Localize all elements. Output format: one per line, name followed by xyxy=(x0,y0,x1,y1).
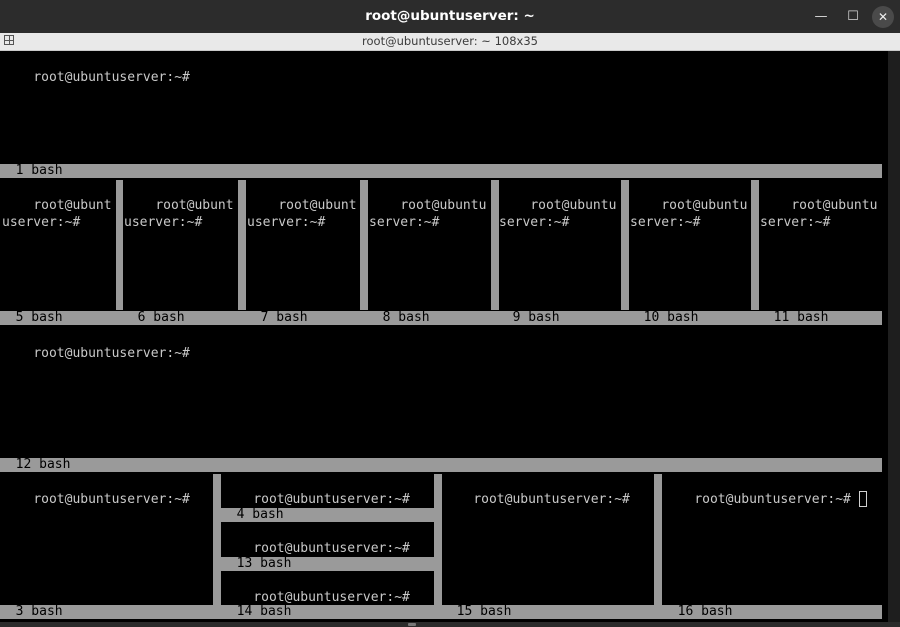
shell-prompt: root@ubuntuserver:~# xyxy=(253,590,410,604)
shell-prompt: root@ubuntuserver:~# xyxy=(33,346,190,361)
pane-status-12: 12 bash xyxy=(0,458,882,472)
minimize-icon[interactable]: — xyxy=(810,6,832,28)
window-bottom-edge xyxy=(0,622,900,627)
pane-divider[interactable] xyxy=(116,180,123,310)
shell-prompt: root@ubuntuserver:~# xyxy=(124,198,234,230)
pane-divider[interactable] xyxy=(434,474,442,605)
pane-status-13: 13 bash xyxy=(221,557,434,571)
shell-prompt: root@ubuntuserver:~# xyxy=(2,198,112,230)
pane-status-16: 16 bash xyxy=(662,605,882,619)
tmux-pane-8[interactable]: root@ubuntuserver:~# xyxy=(369,180,490,310)
shell-prompt: root@ubuntuserver:~# xyxy=(33,492,190,507)
tmux-pane-9[interactable]: root@ubuntuserver:~# xyxy=(499,180,620,310)
pane-divider[interactable] xyxy=(360,180,368,310)
shell-prompt: root@ubuntuserver:~# xyxy=(253,541,410,555)
pane-divider[interactable] xyxy=(751,180,759,310)
shell-prompt: root@ubuntuserver:~# xyxy=(247,198,357,230)
tmux-pane-1[interactable]: root@ubuntuserver:~# xyxy=(2,52,880,162)
pane-status-15: 15 bash xyxy=(441,605,662,619)
pane-divider[interactable] xyxy=(621,180,629,310)
pane-status-10: 10 bash xyxy=(628,311,758,325)
pane-divider[interactable] xyxy=(654,474,662,605)
tmux-pane-5[interactable]: root@ubuntuserver:~# xyxy=(2,180,114,310)
tmux-pane-11[interactable]: root@ubuntuserver:~# xyxy=(760,180,881,310)
pane-status-6: 6 bash xyxy=(122,311,245,325)
tmux-pane-3[interactable]: root@ubuntuserver:~# xyxy=(2,474,213,604)
shell-prompt: root@ubuntuserver:~# xyxy=(253,492,410,506)
pane-status-7: 7 bash xyxy=(245,311,367,325)
pane-status-5: 5 bash xyxy=(0,311,122,325)
pane-status-9: 9 bash xyxy=(497,311,628,325)
terminal-scrollbar[interactable] xyxy=(888,51,900,622)
tmux-pane-15[interactable]: root@ubuntuserver:~# xyxy=(442,474,653,604)
maximize-icon[interactable]: ☐ xyxy=(842,6,864,28)
shell-prompt: root@ubuntuserver:~# xyxy=(760,198,878,230)
pane-status-11: 11 bash xyxy=(758,311,882,325)
tmux-pane-10[interactable]: root@ubuntuserver:~# xyxy=(630,180,751,310)
shell-prompt: root@ubuntuserver:~# xyxy=(369,198,487,230)
pane-divider[interactable] xyxy=(491,180,499,310)
pane-status-1: 1 bash xyxy=(0,164,882,178)
shell-prompt: root@ubuntuserver:~# xyxy=(630,198,748,230)
pane-status-14: 14 bash xyxy=(221,605,441,619)
text-cursor xyxy=(858,491,867,507)
window-title: root@ubuntuserver: ~ xyxy=(365,8,535,24)
shell-prompt: root@ubuntuserver:~# xyxy=(33,70,190,85)
tmux-pane-4[interactable]: root@ubuntuserver:~# xyxy=(222,474,433,506)
tmux-pane-7[interactable]: root@ubuntuserver:~# xyxy=(247,180,360,310)
close-icon[interactable]: ✕ xyxy=(872,6,894,28)
terminal-size-title: root@ubuntuserver: ~ 108x35 xyxy=(362,34,538,48)
pane-status-8: 8 bash xyxy=(367,311,497,325)
pane-divider[interactable] xyxy=(213,474,221,605)
tmux-pane-13[interactable]: root@ubuntuserver:~# xyxy=(222,523,433,555)
window-titlebar[interactable]: root@ubuntuserver: ~ — ☐ ✕ xyxy=(0,0,900,33)
shell-prompt: root@ubuntuserver:~# xyxy=(499,198,617,230)
resize-grip-icon[interactable] xyxy=(408,623,416,626)
shell-prompt: root@ubuntuserver:~# xyxy=(473,492,630,507)
terminal-header: root@ubuntuserver: ~ 108x35 xyxy=(0,33,900,51)
terminal-area[interactable]: root@ubuntuserver:~# 1 bash root@ubuntus… xyxy=(0,51,888,622)
tmux-pane-12[interactable]: root@ubuntuserver:~# xyxy=(2,328,880,456)
shell-prompt: root@ubuntuserver:~# xyxy=(694,492,851,507)
pane-status-4: 4 bash xyxy=(221,508,434,522)
tmux-pane-6[interactable]: root@ubuntuserver:~# xyxy=(124,180,237,310)
tmux-pane-14[interactable]: root@ubuntuserver:~# xyxy=(222,572,433,604)
tmux-pane-16[interactable]: root@ubuntuserver:~# xyxy=(663,474,881,604)
pane-status-3: 3 bash xyxy=(0,605,221,619)
pane-divider[interactable] xyxy=(238,180,246,310)
